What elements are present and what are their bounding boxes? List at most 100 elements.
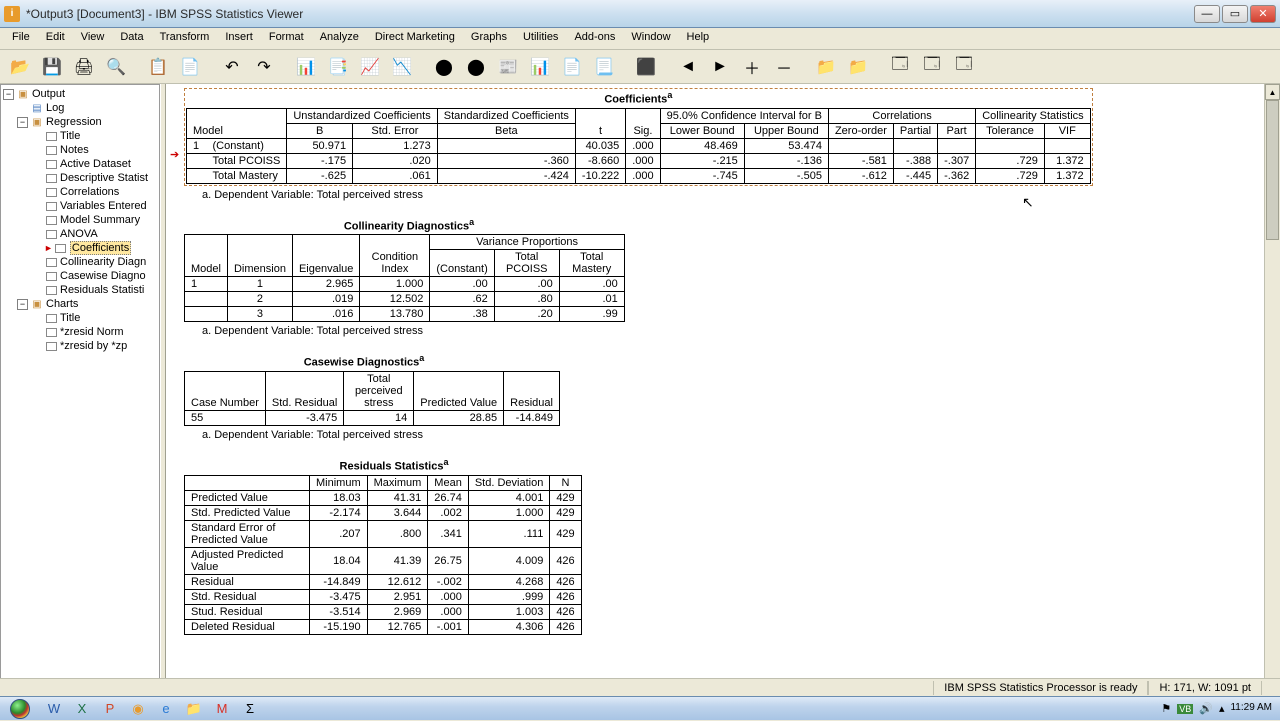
outline-chart-item[interactable]: *zresid by *zp — [31, 339, 157, 353]
table-row: Total Mastery-.625.061-.424-10.222.000-.… — [187, 168, 1091, 183]
designate-window-icon[interactable]: 📁 — [812, 53, 840, 81]
task-spss-icon[interactable]: Σ — [236, 698, 264, 720]
menu-data[interactable]: Data — [112, 28, 151, 49]
coefficients-table[interactable]: Model Unstandardized Coefficients Standa… — [186, 108, 1091, 184]
outline-item-title[interactable]: Title — [31, 129, 157, 143]
outline-chart-item[interactable]: *zresid Norm — [31, 325, 157, 339]
outline-item-collinearity-diagn[interactable]: Collinearity Diagn — [31, 255, 157, 269]
outline-item-notes[interactable]: Notes — [31, 143, 157, 157]
variables-icon[interactable]: 📈 — [356, 53, 384, 81]
associate-icon[interactable]: 📁 — [844, 53, 872, 81]
script-icon[interactable]: 🗔 — [918, 53, 946, 81]
insert-heading-icon[interactable]: ⬤ — [430, 53, 458, 81]
menu-addons[interactable]: Add-ons — [566, 28, 623, 49]
window-title: *Output3 [Document3] - IBM SPSS Statisti… — [26, 7, 1194, 21]
task-powerpoint-icon[interactable]: P — [96, 698, 124, 720]
outline-charts[interactable]: −▣Charts — [17, 297, 157, 311]
tray-vpn-icon[interactable]: VB — [1177, 704, 1193, 714]
outline-item-model-summary[interactable]: Model Summary — [31, 213, 157, 227]
casewise-table[interactable]: Case Number Std. Residual Total perceive… — [184, 371, 560, 426]
residuals-title: Residuals Statisticsa — [184, 457, 604, 473]
print-icon[interactable]: 🖨 — [70, 53, 98, 81]
menu-format[interactable]: Format — [261, 28, 312, 49]
collinearity-footnote: a. Dependent Variable: Total perceived s… — [202, 325, 1256, 337]
zoom-in-icon[interactable]: ＋ — [738, 53, 766, 81]
insert-text-icon[interactable]: 📰 — [494, 53, 522, 81]
outline-item-coefficients[interactable]: ►Coefficients — [31, 241, 157, 255]
app-icon: i — [4, 6, 20, 22]
goto-data-icon[interactable]: 📊 — [292, 53, 320, 81]
maximize-button[interactable]: ▭ — [1222, 5, 1248, 23]
menu-analyze[interactable]: Analyze — [312, 28, 367, 49]
outline-item-residuals-statisti[interactable]: Residuals Statisti — [31, 283, 157, 297]
menu-help[interactable]: Help — [679, 28, 718, 49]
nav-forward-icon[interactable]: ► — [706, 53, 734, 81]
insert-page-icon[interactable]: 📄 — [558, 53, 586, 81]
table-row: 1(Constant)50.9711.27340.035.00048.46953… — [187, 138, 1091, 153]
casewise-title: Casewise Diagnosticsa — [184, 353, 544, 369]
zoom-out-icon[interactable]: － — [770, 53, 798, 81]
outline-item-active-dataset[interactable]: Active Dataset — [31, 157, 157, 171]
outline-item-anova[interactable]: ANOVA — [31, 227, 157, 241]
outline-log[interactable]: ▤Log — [17, 101, 157, 115]
export-icon[interactable]: 📋 — [144, 53, 172, 81]
taskbar: W X P ◉ e 📁 M Σ ⚑ VB 🔊 ▴ 11:29 AM — [0, 696, 1280, 720]
tray-chevron-icon[interactable]: ▴ — [1219, 702, 1225, 715]
table-row: Predicted Value18.0341.3126.744.001429 — [185, 490, 582, 505]
outline-item-descriptive-statist[interactable]: Descriptive Statist — [31, 171, 157, 185]
menu-graphs[interactable]: Graphs — [463, 28, 515, 49]
task-gmail-icon[interactable]: M — [208, 698, 236, 720]
redo-icon[interactable]: ↷ — [250, 53, 278, 81]
table-row: 3.01613.780.38.20.99 — [185, 307, 625, 322]
undo-icon[interactable]: ↶ — [218, 53, 246, 81]
task-explorer-icon[interactable]: 📁 — [180, 698, 208, 720]
open-icon[interactable]: 📂 — [6, 53, 34, 81]
task-excel-icon[interactable]: X — [68, 698, 96, 720]
menu-direct-marketing[interactable]: Direct Marketing — [367, 28, 463, 49]
run-icon[interactable]: 🗔 — [950, 53, 978, 81]
outline-item-casewise-diagno[interactable]: Casewise Diagno — [31, 269, 157, 283]
last-output-icon[interactable]: 🗔 — [886, 53, 914, 81]
nav-back-icon[interactable]: ◄ — [674, 53, 702, 81]
goto-case-icon[interactable]: 📑 — [324, 53, 352, 81]
menu-edit[interactable]: Edit — [38, 28, 73, 49]
outline-pane: −▣Output ▤Log −▣Regression TitleNotesAct… — [0, 84, 160, 698]
outline-chart-item[interactable]: Title — [31, 311, 157, 325]
residuals-table[interactable]: MinimumMaximumMeanStd. DeviationN Predic… — [184, 475, 582, 635]
task-word-icon[interactable]: W — [40, 698, 68, 720]
output-viewer: ➔ Coefficientsa Model Unstandardized Coe… — [166, 84, 1264, 698]
select-icon[interactable]: 📉 — [388, 53, 416, 81]
close-button[interactable]: ✕ — [1250, 5, 1276, 23]
menu-view[interactable]: View — [73, 28, 113, 49]
start-button[interactable] — [0, 697, 40, 721]
collinearity-table[interactable]: Model Dimension Eigenvalue Condition Ind… — [184, 234, 625, 322]
task-ie-icon[interactable]: e — [152, 698, 180, 720]
outline-regression[interactable]: −▣Regression — [17, 115, 157, 129]
status-position: H: 171, W: 1091 pt — [1148, 681, 1262, 695]
outline-item-variables-entered[interactable]: Variables Entered — [31, 199, 157, 213]
tray-clock[interactable]: 11:29 AM — [1230, 703, 1272, 714]
stop-icon[interactable]: ⬛ — [632, 53, 660, 81]
save-icon[interactable]: 💾 — [38, 53, 66, 81]
tray-network-icon[interactable]: 🔊 — [1199, 702, 1213, 715]
menu-insert[interactable]: Insert — [217, 28, 261, 49]
tray-flag-icon[interactable]: ⚑ — [1161, 702, 1171, 715]
minimize-button[interactable]: — — [1194, 5, 1220, 23]
show-hide-icon[interactable]: 📃 — [590, 53, 618, 81]
outline-item-correlations[interactable]: Correlations — [31, 185, 157, 199]
insert-title-icon[interactable]: ⬤ — [462, 53, 490, 81]
system-tray[interactable]: ⚑ VB 🔊 ▴ 11:29 AM — [1161, 702, 1280, 715]
dialog-recall-icon[interactable]: 📄 — [176, 53, 204, 81]
outline-output[interactable]: −▣Output — [3, 87, 157, 101]
content-vscroll[interactable]: ▲▼ — [1264, 84, 1280, 698]
table-row: Standard Error of Predicted Value.207.80… — [185, 520, 582, 547]
menu-utilities[interactable]: Utilities — [515, 28, 566, 49]
menu-transform[interactable]: Transform — [152, 28, 218, 49]
menu-file[interactable]: File — [4, 28, 38, 49]
table-row: Residual-14.84912.612-.0024.268426 — [185, 574, 582, 589]
menu-window[interactable]: Window — [623, 28, 678, 49]
toolbar: 📂 💾 🖨 🔍 📋 📄 ↶ ↷ 📊 📑 📈 📉 ⬤ ⬤ 📰 📊 📄 📃 ⬛ ◄ … — [0, 50, 1280, 84]
insert-chart-icon[interactable]: 📊 — [526, 53, 554, 81]
task-app-icon[interactable]: ◉ — [124, 698, 152, 720]
print-preview-icon[interactable]: 🔍 — [102, 53, 130, 81]
